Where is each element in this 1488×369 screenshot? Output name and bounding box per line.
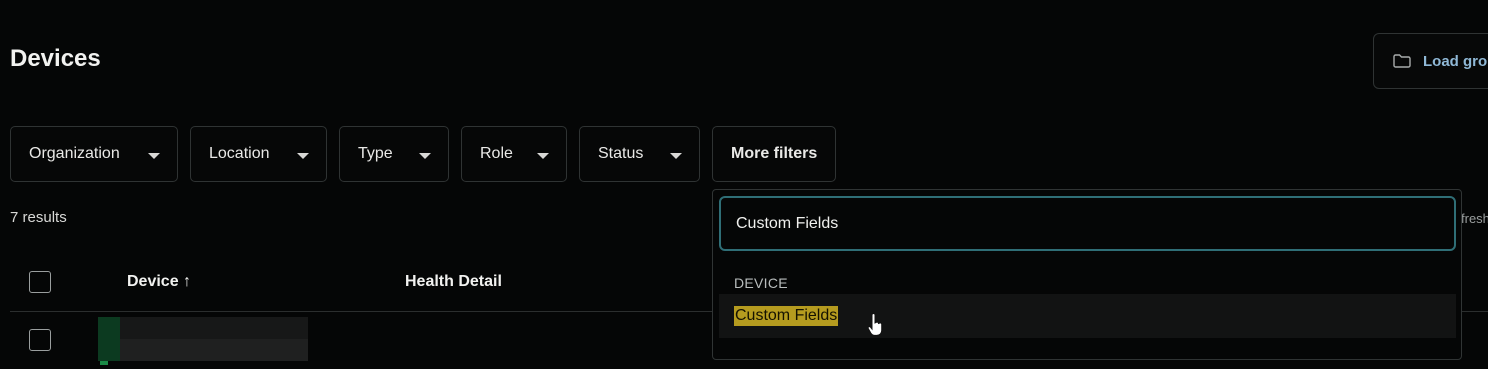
dropdown-option-custom-fields[interactable]: Custom Fields (719, 294, 1456, 338)
column-header-device-label: Device (127, 273, 179, 290)
filter-search-field[interactable] (719, 196, 1456, 251)
more-filters-label: More filters (731, 145, 818, 162)
caret-down-icon (670, 153, 682, 159)
status-indicator-dot (100, 361, 108, 365)
filter-label: Type (358, 145, 393, 162)
filter-location[interactable]: Location (190, 126, 327, 182)
row-checkbox[interactable] (29, 329, 51, 351)
dropdown-section-label: DEVICE (734, 275, 788, 291)
column-header-health-detail[interactable]: Health Detail (405, 273, 502, 291)
load-group-label: Load gro (1423, 52, 1488, 70)
caret-down-icon (537, 153, 549, 159)
sort-ascending-icon: ↑ (183, 273, 192, 290)
results-count: 7 results (10, 209, 67, 226)
filter-label: Location (209, 145, 270, 162)
filter-organization[interactable]: Organization (10, 126, 178, 182)
caret-down-icon (148, 153, 160, 159)
redacted-device-cell (98, 317, 308, 339)
load-group-button[interactable]: Load gro (1373, 33, 1488, 89)
status-indicator (98, 317, 120, 361)
option-label: Custom Fields (734, 306, 839, 326)
folder-icon (1393, 54, 1411, 68)
filter-type[interactable]: Type (339, 126, 449, 182)
filter-label: Organization (29, 145, 120, 162)
caret-down-icon (419, 153, 431, 159)
select-all-checkbox[interactable] (29, 271, 51, 293)
refresh-link[interactable]: fresh (1461, 211, 1488, 226)
filter-search-input[interactable] (736, 214, 1454, 233)
redacted-device-cell-lower (98, 339, 308, 361)
page-title: Devices (10, 45, 101, 72)
caret-down-icon (297, 153, 309, 159)
more-filters-dropdown: DEVICE Custom Fields (712, 189, 1462, 360)
filter-label: Status (598, 145, 644, 162)
column-header-device[interactable]: Device ↑ (127, 273, 191, 291)
filter-status[interactable]: Status (579, 126, 700, 182)
more-filters-button[interactable]: More filters (712, 126, 836, 182)
filter-label: Role (480, 145, 513, 162)
filter-role[interactable]: Role (461, 126, 567, 182)
hand-pointer-icon (868, 313, 883, 336)
